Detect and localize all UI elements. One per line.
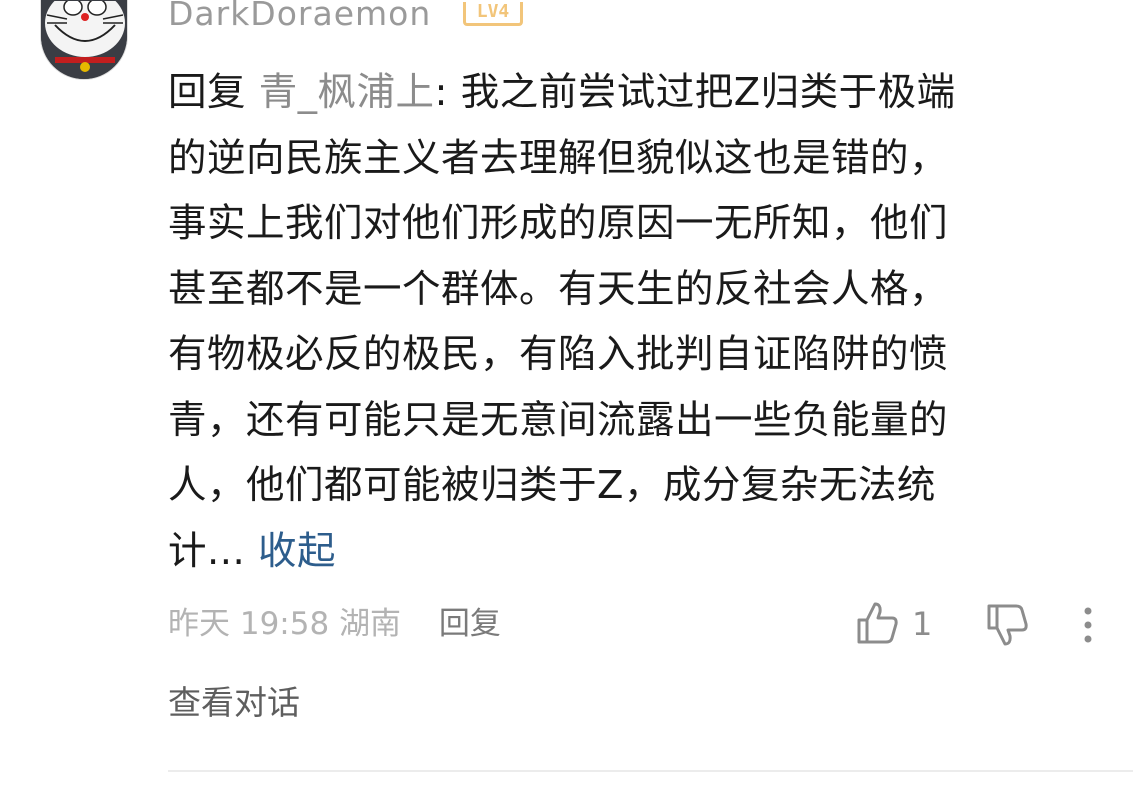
thumbs-up-icon: [857, 602, 898, 644]
comment-line-text: 计...: [168, 528, 258, 574]
reply-prefix: 回复: [168, 70, 259, 115]
more-vertical-icon: [1084, 607, 1092, 643]
comment-line: 事实上我们对他们形成的原因一无所知，他们: [168, 201, 949, 246]
username[interactable]: DarkDoraemon: [168, 0, 431, 32]
collapse-link[interactable]: 收起: [258, 529, 336, 574]
comment-line: 有物极必反的极民，有陷入批判自证陷阱的愤: [168, 332, 949, 377]
doraemon-avatar-icon: [41, 1, 127, 79]
like-button[interactable]: [855, 600, 899, 646]
location: 湖南: [339, 606, 402, 642]
timestamp: 昨天 19:58: [168, 606, 330, 642]
comment-line: 人，他们都可能被归类于Z，成分复杂无法统: [168, 463, 936, 508]
comment-line: 计... 收起: [168, 519, 1078, 585]
reply-target-username[interactable]: 青_枫浦上: [259, 70, 435, 115]
level-badge: LV4: [463, 2, 523, 26]
comment-line: 回复 青_枫浦上: 我之前尝试过把Z归类于极端: [168, 60, 1078, 126]
like-count: 1: [912, 605, 933, 643]
more-button[interactable]: [1078, 605, 1098, 645]
view-conversation-link[interactable]: 查看对话: [168, 680, 300, 726]
dislike-button[interactable]: [985, 602, 1029, 648]
avatar[interactable]: [40, 0, 128, 80]
comment-line: 甚至都不是一个群体。有天生的反社会人格，: [168, 266, 949, 312]
comment-line-text: : 我之前尝试过把Z归类于极端: [434, 70, 956, 115]
divider: [168, 770, 1133, 772]
comment-line: 的逆向民族主义者去理解但貌似这也是错的，: [168, 135, 949, 181]
comment-meta: 昨天 19:58 湖南 回复: [168, 601, 501, 647]
comment-line: 青，还有可能只是无意间流露出一些负能量的: [168, 397, 949, 443]
comment-item: DarkDoraemon LV4 回复 青_枫浦上: 我之前尝试过把Z归类于极端…: [0, 0, 1133, 785]
reply-button[interactable]: 回复: [439, 606, 501, 642]
comment-text: 回复 青_枫浦上: 我之前尝试过把Z归类于极端 的逆向民族主义者去理解但貌似这也…: [168, 60, 1078, 584]
thumbs-down-icon: [987, 604, 1028, 646]
